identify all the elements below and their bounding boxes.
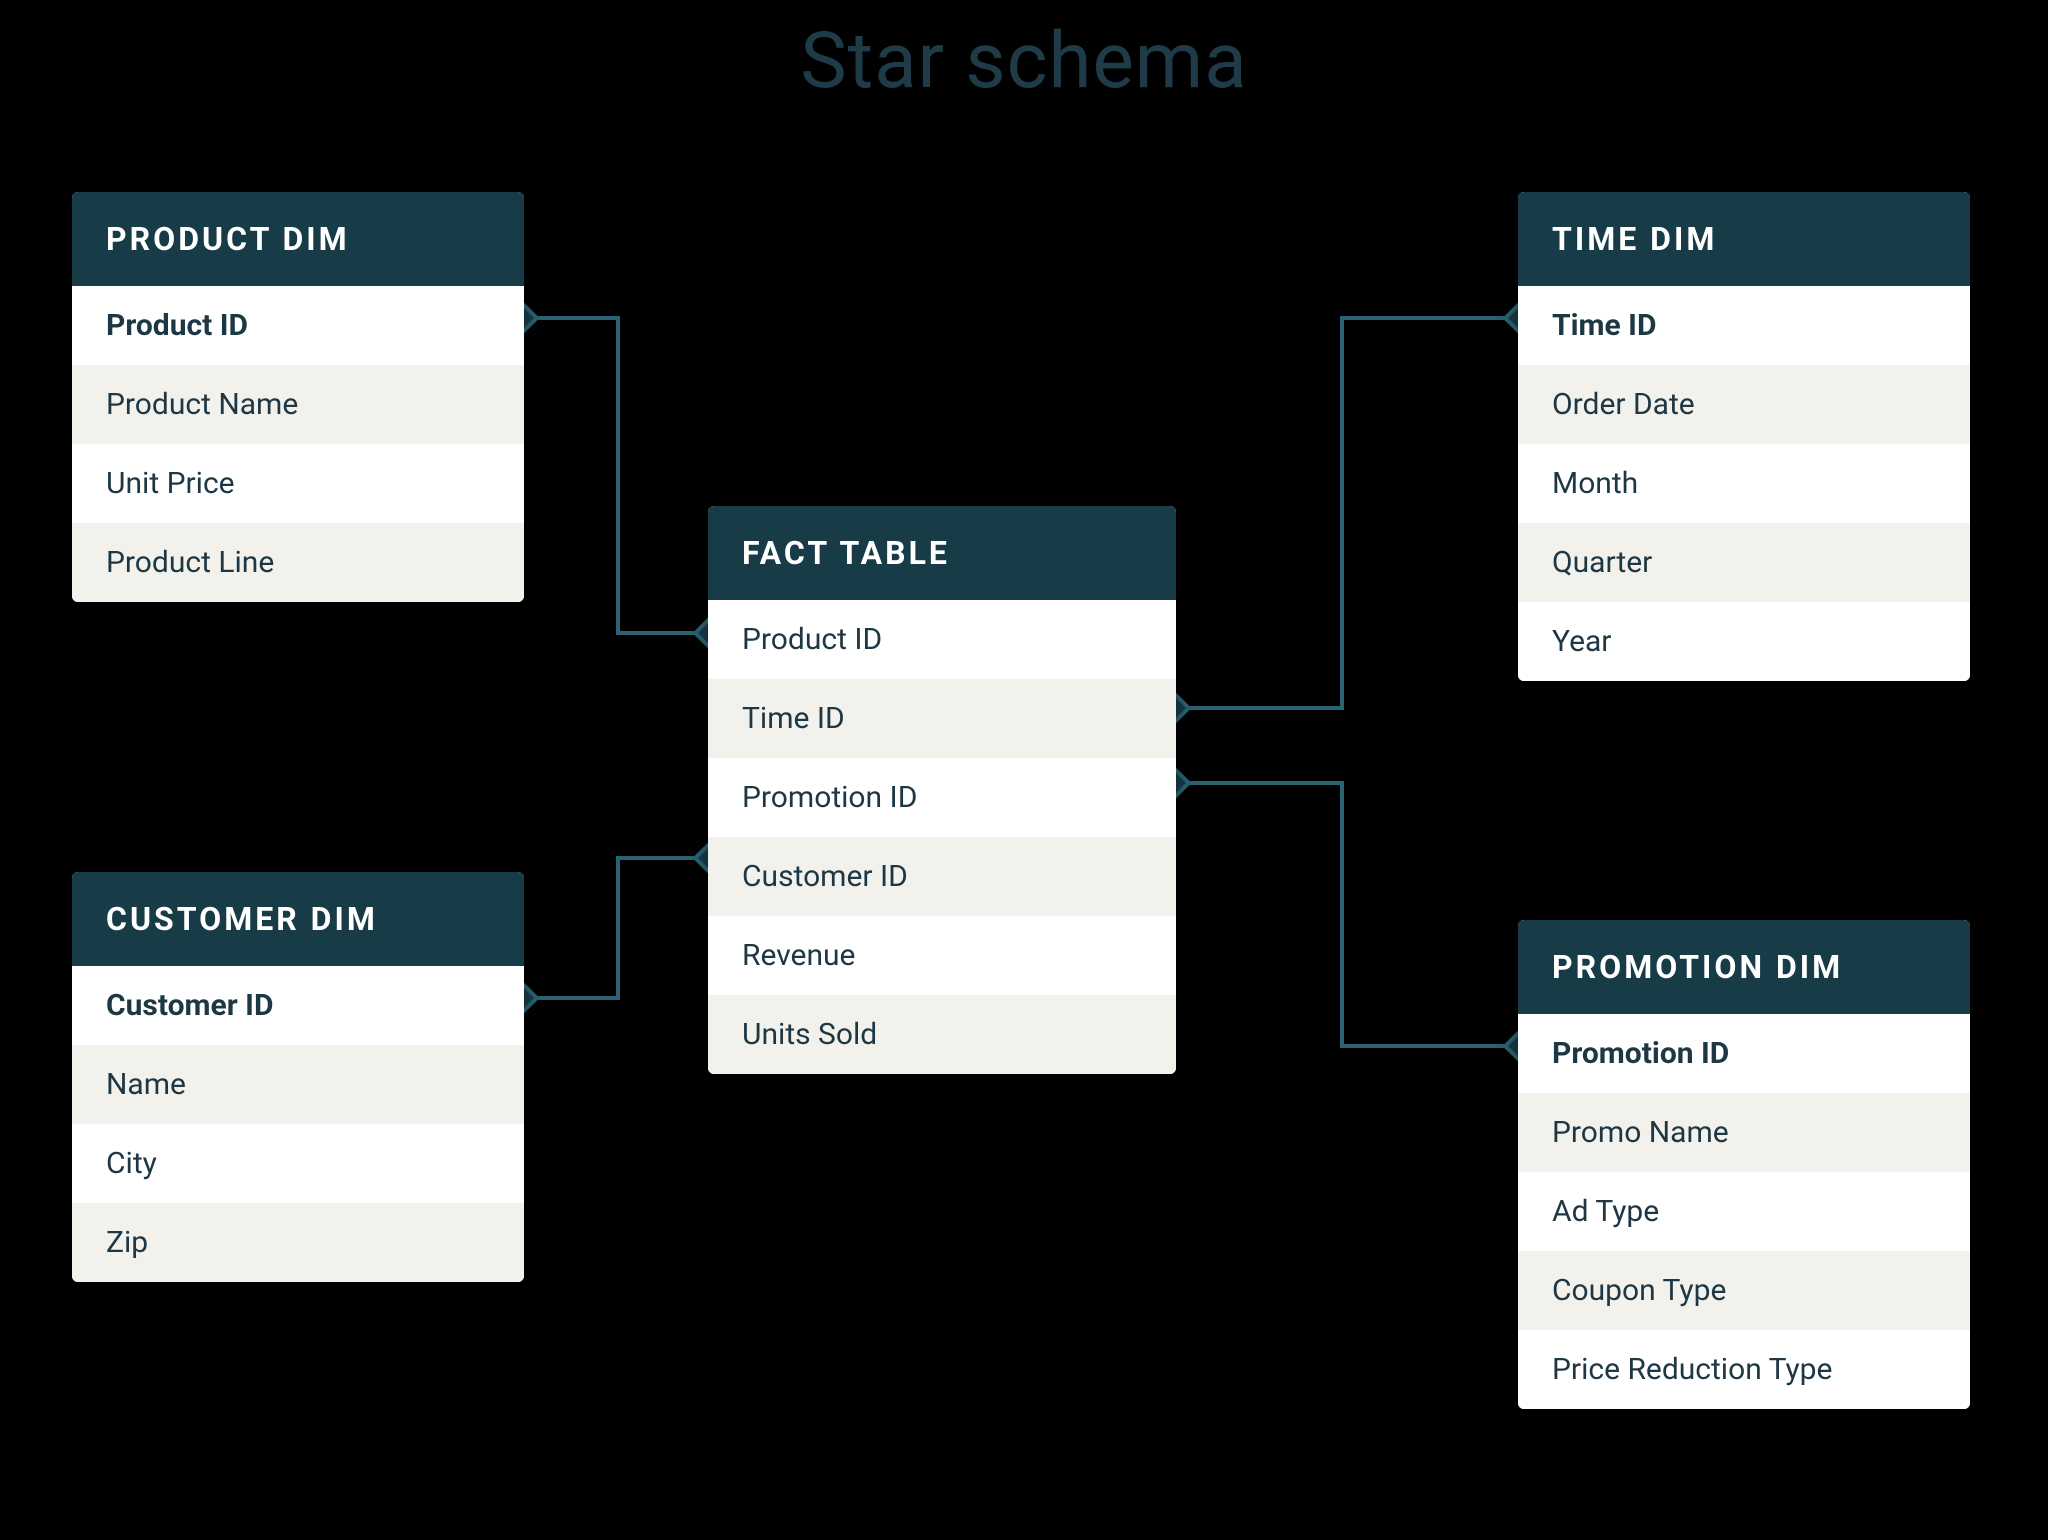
table-field: Promo Name xyxy=(1518,1093,1970,1172)
table-product-dim: PRODUCT DIM Product ID Product Name Unit… xyxy=(72,192,524,602)
table-field: Quarter xyxy=(1518,523,1970,602)
table-fact: FACT TABLE Product ID Time ID Promotion … xyxy=(708,506,1176,1074)
table-key-field: Time ID xyxy=(1518,286,1970,365)
table-header: PRODUCT DIM xyxy=(72,192,524,286)
table-field: Unit Price xyxy=(72,444,524,523)
table-promotion-dim: PROMOTION DIM Promotion ID Promo Name Ad… xyxy=(1518,920,1970,1409)
diagram-canvas: Star schema PRODUCT DIM xyxy=(0,0,2048,1540)
table-field: Name xyxy=(72,1045,524,1124)
table-field: City xyxy=(72,1124,524,1203)
table-header: FACT TABLE xyxy=(708,506,1176,600)
table-field: Time ID xyxy=(708,679,1176,758)
table-field: Price Reduction Type xyxy=(1518,1330,1970,1409)
table-key-field: Customer ID xyxy=(72,966,524,1045)
table-field: Promotion ID xyxy=(708,758,1176,837)
table-customer-dim: CUSTOMER DIM Customer ID Name City Zip xyxy=(72,872,524,1282)
table-field: Revenue xyxy=(708,916,1176,995)
table-field: Product ID xyxy=(708,600,1176,679)
table-field: Order Date xyxy=(1518,365,1970,444)
table-key-field: Product ID xyxy=(72,286,524,365)
table-field: Coupon Type xyxy=(1518,1251,1970,1330)
table-field: Ad Type xyxy=(1518,1172,1970,1251)
table-field: Customer ID xyxy=(708,837,1176,916)
table-field: Units Sold xyxy=(708,995,1176,1074)
table-time-dim: TIME DIM Time ID Order Date Month Quarte… xyxy=(1518,192,1970,681)
table-header: CUSTOMER DIM xyxy=(72,872,524,966)
table-key-field: Promotion ID xyxy=(1518,1014,1970,1093)
diagram-title: Star schema xyxy=(0,16,2048,107)
table-field: Zip xyxy=(72,1203,524,1282)
table-header: PROMOTION DIM xyxy=(1518,920,1970,1014)
table-field: Product Line xyxy=(72,523,524,602)
table-field: Product Name xyxy=(72,365,524,444)
table-header: TIME DIM xyxy=(1518,192,1970,286)
table-field: Month xyxy=(1518,444,1970,523)
table-field: Year xyxy=(1518,602,1970,681)
